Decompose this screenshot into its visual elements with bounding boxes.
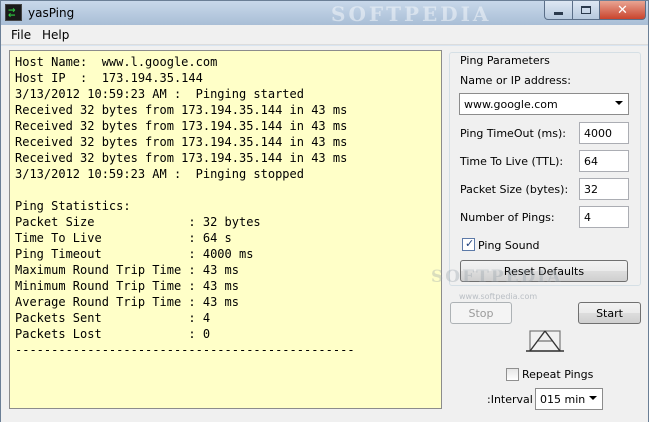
ping-parameters-label: Ping Parameters [458, 54, 552, 67]
output-line: Received 32 bytes from 173.194.35.144 in… [15, 135, 348, 149]
title-bar[interactable]: → ← yasPing SOFTPEDIA ✕ [1, 1, 648, 26]
output-line: Received 32 bytes from 173.194.35.144 in… [15, 151, 348, 165]
app-window: → ← yasPing SOFTPEDIA ✕ File Help Host N… [0, 0, 649, 422]
output-line: Minimum Round Trip Time : 43 ms [15, 279, 239, 293]
window-title: yasPing [28, 6, 75, 20]
softpedia-mark: SOFTPEDIA [431, 267, 563, 287]
output-line: 3/13/2012 10:59:23 AM : Pinging started [15, 87, 304, 101]
ttl-label: Time To Live (TTL): [460, 155, 564, 168]
ping-count-label: Number of Pings: [460, 211, 555, 224]
output-line: Host Name: www.l.google.com [15, 55, 218, 69]
stop-label: Stop [468, 306, 494, 320]
output-line: Received 32 bytes from 173.194.35.144 in… [15, 103, 348, 117]
close-button[interactable]: ✕ [599, 1, 646, 20]
repeat-pings-label[interactable]: Repeat Pings [522, 368, 593, 381]
output-line: 3/13/2012 10:59:23 AM : Pinging stopped [15, 167, 304, 181]
output-line: ----------------------------------------… [15, 343, 355, 357]
ping-output-panel[interactable]: Host Name: www.l.google.com Host IP : 173… [9, 50, 442, 409]
ping-count-value: 4 [584, 211, 591, 224]
menu-bar: File Help [1, 25, 648, 45]
softpedia-url: www.softpedia.com [459, 292, 538, 301]
start-label: Start [596, 306, 623, 320]
timeout-value: 4000 [584, 127, 612, 140]
minimize-button[interactable] [544, 1, 573, 20]
repeat-pings-checkbox[interactable] [506, 368, 519, 381]
ping-sound-checkbox[interactable]: ✓ [462, 237, 475, 251]
ping-arrows-icon[interactable]: → ← [5, 4, 22, 21]
timeout-label: Ping TimeOut (ms): [460, 127, 566, 140]
host-value: www.google.com [464, 98, 558, 111]
packet-size-value: 32 [584, 183, 598, 196]
interval-select[interactable]: 015 min [535, 388, 603, 410]
minimize-icon [554, 12, 563, 15]
output-line: Ping Statistics: [15, 199, 131, 213]
close-icon: ✕ [617, 2, 628, 18]
ping-count-field[interactable]: 4 [579, 206, 629, 228]
output-line: Packets Sent : 4 [15, 311, 211, 325]
packet-size-label: Packet Size (bytes): [460, 183, 569, 196]
packet-size-field[interactable]: 32 [579, 178, 629, 200]
dropdown-arrow-icon[interactable] [589, 396, 597, 400]
output-line: Maximum Round Trip Time : 43 ms [15, 263, 239, 277]
output-line: Packets Lost : 0 [15, 327, 211, 341]
checkmark-icon: ✓ [465, 237, 475, 250]
output-line: Host IP : 173.194.35.144 [15, 71, 203, 85]
interval-label: :Interval [487, 393, 533, 406]
ping-sound-label[interactable]: Ping Sound [478, 239, 540, 252]
ttl-field[interactable]: 64 [579, 150, 629, 172]
ping-status-icon [526, 330, 564, 352]
stop-button[interactable]: Stop [450, 302, 512, 324]
timeout-field[interactable]: 4000 [579, 122, 629, 144]
name-label: Name or IP address: [460, 74, 571, 87]
ttl-value: 64 [584, 155, 598, 168]
output-line: Ping Timeout : 4000 ms [15, 247, 254, 261]
start-button[interactable]: Start [578, 302, 641, 324]
maximize-button[interactable] [572, 1, 600, 20]
output-line: Packet Size : 32 bytes [15, 215, 261, 229]
output-line: Average Round Trip Time : 43 ms [15, 295, 239, 309]
output-line: Time To Live : 64 s [15, 231, 232, 245]
ping-output-text: Host Name: www.l.google.com Host IP : 173… [15, 54, 355, 358]
menu-help[interactable]: Help [42, 28, 69, 42]
host-combobox[interactable]: www.google.com [459, 93, 629, 115]
softpedia-watermark: SOFTPEDIA [331, 2, 492, 26]
interval-value: 015 min [540, 393, 586, 406]
output-line: Received 32 bytes from 173.194.35.144 in… [15, 119, 348, 133]
dropdown-arrow-icon[interactable] [615, 101, 623, 105]
menu-file[interactable]: File [11, 28, 31, 42]
maximize-icon [581, 6, 591, 14]
client-area: Host Name: www.l.google.com Host IP : 173… [1, 46, 648, 422]
